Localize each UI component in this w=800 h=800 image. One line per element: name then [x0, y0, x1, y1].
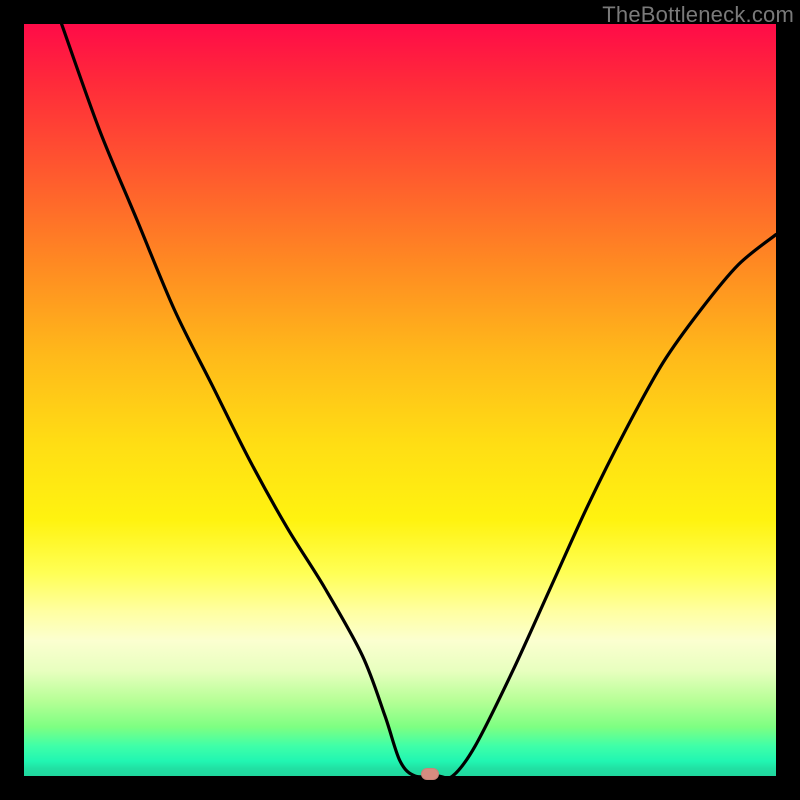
bottleneck-curve — [24, 24, 776, 776]
chart-plot-area — [24, 24, 776, 776]
chart-frame: TheBottleneck.com — [0, 0, 800, 800]
watermark-text: TheBottleneck.com — [602, 2, 794, 28]
optimal-point-marker — [421, 768, 439, 780]
